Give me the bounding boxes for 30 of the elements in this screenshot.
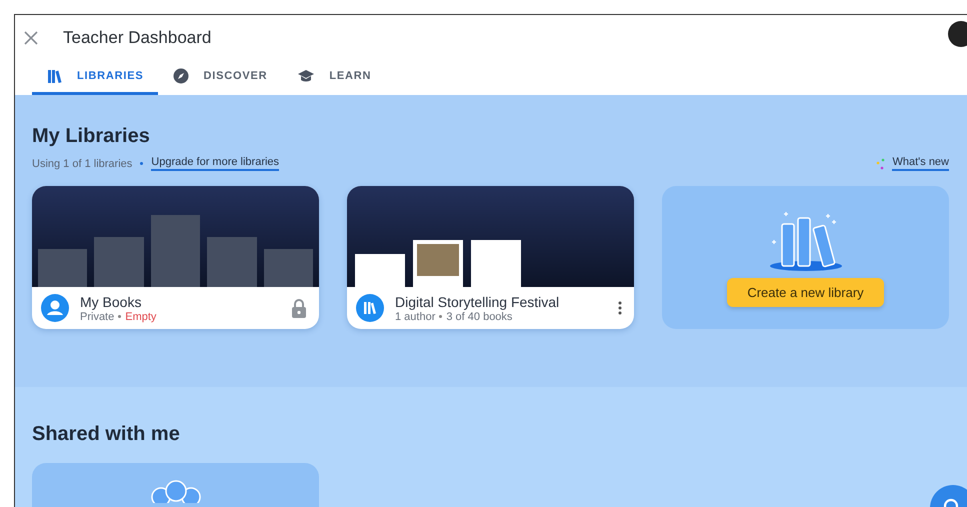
library-status: Empty <box>125 310 156 322</box>
compass-icon <box>173 68 190 84</box>
library-status: 3 of 40 books <box>446 310 512 322</box>
books-icon <box>47 68 63 84</box>
library-card[interactable]: Digital Storytelling Festival 1 author 3 of 40 books <box>347 186 634 329</box>
avatar[interactable] <box>948 21 967 47</box>
separator-dot <box>118 315 122 318</box>
create-library-button[interactable]: Create a new library <box>727 278 884 307</box>
library-meta: Private <box>80 310 114 322</box>
library-name: My Books <box>80 294 142 310</box>
usage-text: Using 1 of 1 libraries <box>32 158 132 170</box>
tab[interactable]: LEARN <box>282 60 386 95</box>
separator-dot <box>140 162 144 165</box>
library-card[interactable]: My Books Private Empty <box>32 186 319 329</box>
window-title: Teacher Dashboard <box>63 28 212 48</box>
more-icon[interactable] <box>618 301 622 315</box>
tab[interactable]: DISCOVER <box>158 60 282 95</box>
section-heading: My Libraries <box>32 125 151 148</box>
graduation-cap-icon <box>297 68 316 84</box>
lock-icon <box>291 298 307 318</box>
upgrade-link[interactable]: Upgrade for more libraries <box>151 156 280 171</box>
books-avatar-icon <box>356 294 384 322</box>
sparkle-icon <box>876 158 886 170</box>
whats-new-link[interactable]: What's new <box>892 156 949 171</box>
person-avatar-icon <box>41 294 69 322</box>
separator-dot <box>439 315 442 318</box>
close-icon[interactable] <box>24 30 38 44</box>
library-meta: 1 author <box>395 310 436 322</box>
library-name: Digital Storytelling Festival <box>395 294 560 310</box>
section-heading: Shared with me <box>32 423 181 446</box>
